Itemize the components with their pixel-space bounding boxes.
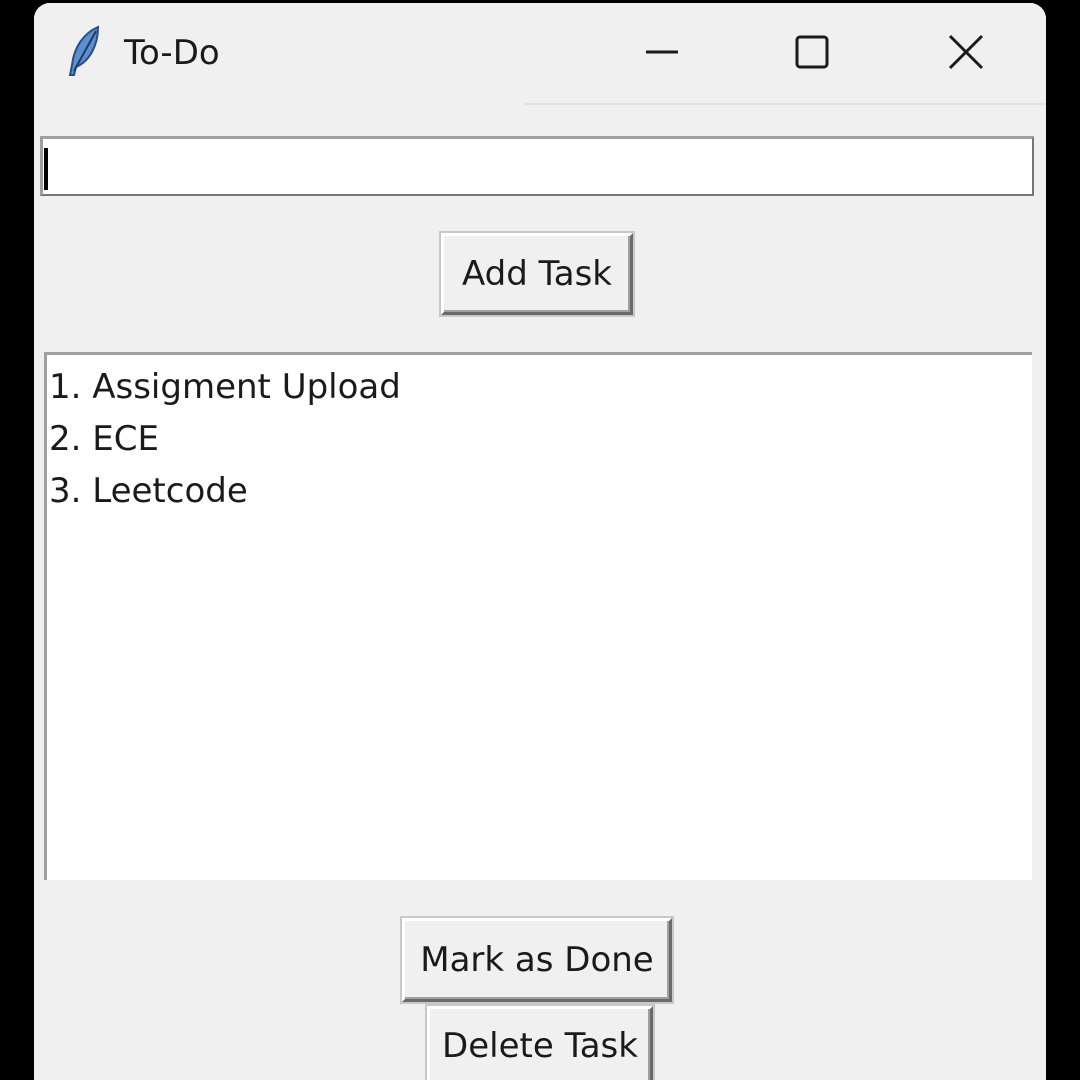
task-input[interactable] [40, 136, 1034, 196]
delete-task-button[interactable]: Delete Task [427, 1006, 653, 1080]
title-bar[interactable]: To-Do [34, 3, 1046, 103]
maximize-button[interactable] [772, 21, 852, 87]
mark-as-done-button[interactable]: Mark as Done [402, 918, 672, 1002]
todo-window: To-Do Add Task 1. Assigment Upload 2. EC… [34, 3, 1046, 1080]
text-caret [44, 148, 48, 190]
close-icon [947, 33, 985, 75]
close-button[interactable] [926, 21, 1006, 87]
list-item[interactable]: 1. Assigment Upload [47, 361, 1032, 413]
minimize-icon [644, 34, 680, 74]
maximize-icon [794, 34, 830, 74]
title-divider [524, 103, 1046, 105]
feather-icon [64, 25, 104, 79]
window-title: To-Do [124, 33, 220, 73]
list-item[interactable]: 2. ECE [47, 413, 1032, 465]
task-listbox[interactable]: 1. Assigment Upload 2. ECE 3. Leetcode [44, 352, 1032, 880]
list-item[interactable]: 3. Leetcode [47, 465, 1032, 517]
minimize-button[interactable] [622, 21, 702, 87]
add-task-button[interactable]: Add Task [441, 233, 633, 315]
